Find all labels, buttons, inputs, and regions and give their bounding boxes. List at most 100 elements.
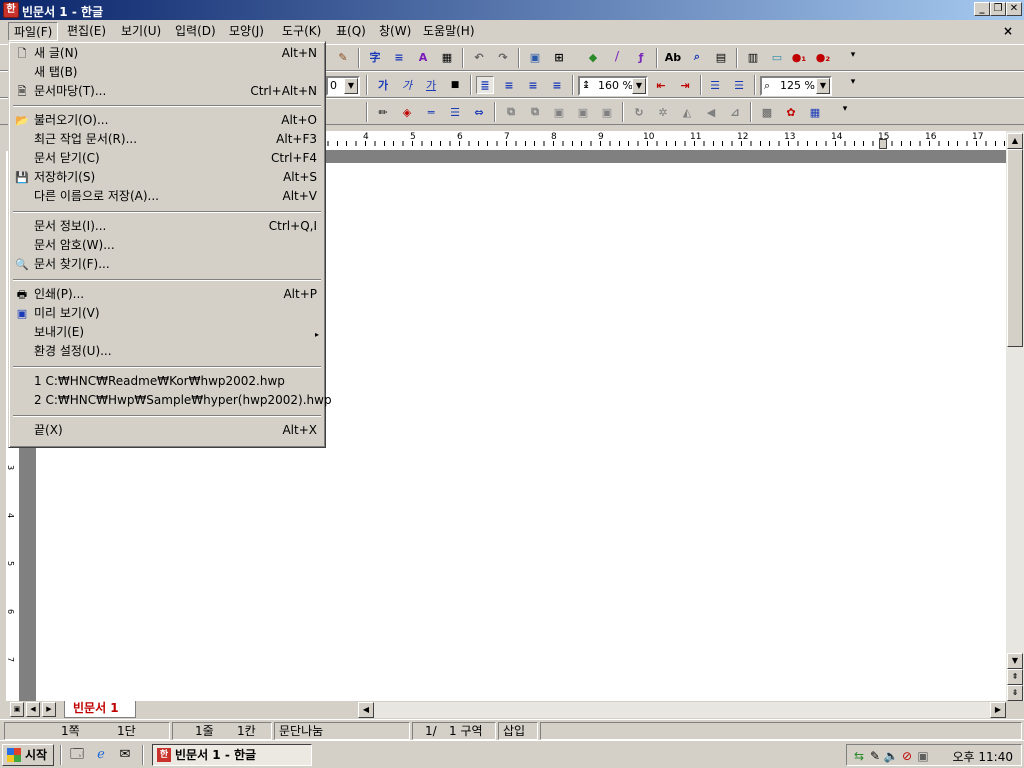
indent-decrease-icon[interactable]: ⇤ (652, 76, 670, 94)
scroll-up-icon[interactable]: ▲ (1007, 133, 1023, 149)
format-painter-icon[interactable]: ✎ (334, 48, 352, 66)
text-box-icon[interactable]: Ab (664, 48, 682, 66)
toolbar-more-icon[interactable]: ▾ (836, 100, 854, 118)
outlook-express-icon[interactable]: ✉ (116, 746, 134, 764)
menu-item-find-document[interactable]: 🔍 문서 찾기(F)... (11, 255, 323, 274)
menu-item-exit[interactable]: 끝(X) Alt+X (11, 421, 323, 440)
italic-button[interactable]: 가 (398, 76, 416, 94)
hwp-app-icon[interactable]: 한 (3, 2, 19, 18)
menu-item-print-preview[interactable]: ▣ 미리 보기(V) (11, 304, 323, 323)
grid-settings-icon[interactable]: ▦ (806, 103, 824, 121)
redo-icon[interactable]: ↷ (494, 48, 512, 66)
menu-item-document-password[interactable]: 문서 암호(W)... (11, 236, 323, 255)
menu-item-open[interactable]: 📂 불러오기(O)... Alt+O (11, 111, 323, 130)
vertical-scroll-thumb[interactable] (1007, 149, 1023, 347)
find-icon[interactable]: ⌕ (688, 48, 706, 66)
menu-item-new[interactable]: 🗋 새 글(N) Alt+N (11, 44, 323, 63)
menu-help[interactable]: 도움말(H) (418, 22, 480, 41)
menu-item-save[interactable]: 💾 저장하기(S) Alt+S (11, 168, 323, 187)
underline-button[interactable]: 가 (422, 76, 440, 94)
menu-item-recent-file-1[interactable]: 1 C:₩HNC₩Readme₩Kor₩hwp2002.hwp (11, 372, 323, 391)
monitor-icon[interactable]: ▭ (768, 48, 786, 66)
menu-item-print[interactable]: 🖶 인쇄(P)... Alt+P (11, 285, 323, 304)
tab-prev-icon[interactable]: ◀ (26, 702, 40, 717)
outline-2-icon[interactable]: ●₂ (814, 48, 832, 66)
restore-button[interactable]: ❐ (990, 2, 1006, 16)
caption-icon[interactable]: ▩ (758, 103, 776, 121)
tray-vm-icon[interactable]: ▣ (915, 748, 931, 764)
flip-horizontal-icon[interactable]: ◭ (678, 103, 696, 121)
align-objects-icon[interactable]: ▣ (598, 103, 616, 121)
font-size-combo[interactable]: 0 ▼ (326, 76, 360, 96)
object-properties-icon[interactable]: ✿ (782, 103, 800, 121)
align-right-icon[interactable]: ≡ (548, 76, 566, 94)
send-back-icon[interactable]: ⧉ (526, 103, 544, 121)
line-spacing-combo[interactable]: ↨ 160 % ▼ (578, 76, 648, 96)
menu-item-recent-file-2[interactable]: 2 C:₩HNC₩Hwp₩Sample₩hyper(hwp2002).hwp (11, 391, 332, 410)
status-insert-mode[interactable]: 삽입 (498, 722, 538, 740)
menu-edit[interactable]: 편집(E) (62, 22, 111, 41)
menu-tools[interactable]: 도구(K) (277, 22, 326, 41)
columns-icon[interactable]: ▥ (744, 48, 762, 66)
numbered-list-icon[interactable]: ☰ (706, 76, 724, 94)
draw-object-icon[interactable]: ⧸ (608, 48, 626, 66)
insert-table-icon[interactable]: ⊞ (550, 48, 568, 66)
rotate-free-icon[interactable]: ✲ (654, 103, 672, 121)
toolbar-more-icon[interactable]: ▾ (844, 73, 862, 91)
bring-front-icon[interactable]: ⧉ (502, 103, 520, 121)
undo-icon[interactable]: ↶ (470, 48, 488, 66)
menu-view[interactable]: 보기(U) (116, 22, 166, 41)
menu-format[interactable]: 모양(J) (224, 22, 269, 41)
scroll-right-icon[interactable]: ▶ (990, 702, 1006, 718)
vertical-scrollbar[interactable]: ▲ ▼ ⇞ ⇟ (1006, 131, 1024, 701)
fill-color-icon[interactable]: ◈ (398, 103, 416, 121)
flip-vertical-icon[interactable]: ◀ (702, 103, 720, 121)
arrow-style-icon[interactable]: ⇔ (470, 103, 488, 121)
scroll-down-icon[interactable]: ▼ (1007, 653, 1023, 669)
menu-item-document-info[interactable]: 문서 정보(I)... Ctrl+Q,I (11, 217, 323, 236)
tray-ime-icon[interactable]: ✎ (867, 748, 883, 764)
menu-item-recent[interactable]: 최근 작업 문서(R)... Alt+F3 (11, 130, 323, 149)
dropdown-arrow-icon[interactable]: ▼ (632, 78, 646, 94)
scroll-left-icon[interactable]: ◀ (358, 702, 374, 718)
tab-next-icon[interactable]: ▶ (42, 702, 56, 717)
spell-check-icon[interactable]: A (414, 48, 432, 66)
menu-window[interactable]: 창(W) (374, 22, 416, 41)
outline-1-icon[interactable]: ●₁ (790, 48, 808, 66)
bold-button[interactable]: 가 (374, 76, 392, 94)
tray-network-icon[interactable]: ⇆ (851, 748, 867, 764)
taskbar-item-hwp[interactable]: 한 빈문서 1 - 한글 (152, 744, 312, 766)
menu-file[interactable]: 파일(F) (8, 22, 59, 41)
ungroup-icon[interactable]: ▣ (574, 103, 592, 121)
chart-icon[interactable]: ◆ (584, 48, 602, 66)
right-margin-marker[interactable] (879, 139, 887, 149)
internet-explorer-icon[interactable]: ℯ (92, 746, 110, 764)
table-grid-icon[interactable]: ▦ (438, 48, 456, 66)
menu-item-preferences[interactable]: 환경 설정(U)... (11, 342, 323, 361)
font-color-icon[interactable]: ■ (446, 76, 464, 94)
line-style-icon[interactable]: ═ (422, 103, 440, 121)
close-button[interactable]: ✕ (1006, 2, 1022, 16)
hanja-convert-icon[interactable]: 字 (366, 48, 384, 66)
align-justify-icon[interactable]: ≣ (476, 76, 494, 94)
view-mode-icon[interactable]: ▣ (10, 702, 24, 717)
start-button[interactable]: 시작 (2, 744, 54, 766)
toolbar-more-icon[interactable]: ▾ (844, 46, 862, 64)
text-style-icon[interactable]: ≡ (390, 48, 408, 66)
show-desktop-icon[interactable]: 🗔 (68, 746, 86, 764)
previous-page-icon[interactable]: ⇞ (1007, 669, 1023, 685)
clock[interactable]: 오후 11:40 (953, 748, 1013, 765)
menu-item-new-tab[interactable]: 새 탭(B) (11, 63, 323, 82)
menu-table[interactable]: 표(Q) (331, 22, 371, 41)
menu-item-save-as[interactable]: 다른 이름으로 저장(A)... Alt+V (11, 187, 323, 206)
zoom-combo[interactable]: ⌕ 125 % ▼ (760, 76, 832, 96)
minimize-button[interactable]: _ (974, 2, 990, 16)
tab-document[interactable]: 빈문서 1 (64, 701, 136, 718)
dropdown-arrow-icon[interactable]: ▼ (816, 78, 830, 94)
menu-item-send[interactable]: 보내기(E) ▸ (11, 323, 323, 342)
menu-insert[interactable]: 입력(D) (170, 22, 221, 41)
align-center-icon[interactable]: ≡ (524, 76, 542, 94)
rotate-icon[interactable]: ↻ (630, 103, 648, 121)
formula-icon[interactable]: ƒ (632, 48, 650, 66)
line-width-icon[interactable]: ☰ (446, 103, 464, 121)
